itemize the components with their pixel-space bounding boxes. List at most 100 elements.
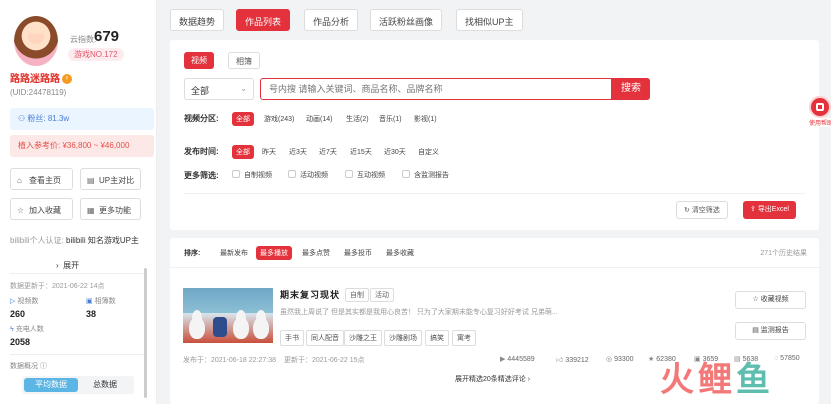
sort-latest[interactable]: 最新发布 <box>216 246 252 260</box>
brand-watermark: 火鲤鱼 <box>660 352 774 401</box>
play-count: ▶ 4445589 <box>500 355 535 363</box>
time-7d[interactable]: 近7天 <box>315 145 341 159</box>
time-15d[interactable]: 近15天 <box>346 145 376 159</box>
keyword-tag[interactable]: 沙雕剧场 <box>384 330 422 346</box>
total-data-toggle[interactable]: 总数据 <box>78 378 132 392</box>
add-favorite-label: 加入收藏 <box>29 206 61 215</box>
profile-sidebar: 云指数: 679 游戏NO.172 路路迷路路 ♀ (UID:24478119) … <box>0 0 157 404</box>
export-icon: ⇪ <box>750 206 758 213</box>
sort-most-coins[interactable]: 最多投币 <box>340 246 376 260</box>
price-text: 植入参考价: ¥36,800 ~ ¥46,000 <box>18 141 130 150</box>
sort-most-favorites[interactable]: 最多收藏 <box>382 246 418 260</box>
history-count: 271个历史结果 <box>760 250 807 257</box>
add-favorite-button[interactable]: ☆ 加入收藏 <box>10 198 73 220</box>
time-custom[interactable]: 自定义 <box>414 145 443 159</box>
divider <box>10 354 147 355</box>
divider <box>184 193 805 194</box>
star-icon: ☆ <box>17 206 25 215</box>
sort-most-plays[interactable]: 最多播放 <box>256 246 292 260</box>
like-icon: 👍︎ <box>556 357 564 364</box>
time-all[interactable]: 全部 <box>232 145 254 159</box>
video-thumbnail[interactable] <box>183 288 273 343</box>
tab-fan-profile[interactable]: 活跃粉丝画像 <box>370 9 443 31</box>
avg-data-toggle[interactable]: 平均数据 <box>24 378 78 392</box>
up-compare-button[interactable]: ▤ UP主对比 <box>80 168 141 190</box>
checkbox-report[interactable]: 含监测报告 <box>402 170 449 180</box>
monitor-report-button[interactable]: ▤ 监测报告 <box>735 322 806 340</box>
checkbox-interactive[interactable]: 互动视频 <box>345 170 385 180</box>
view-homepage-button[interactable]: ⌂ 查看主页 <box>10 168 73 190</box>
tab-similar-up[interactable]: 找相似UP主 <box>456 9 523 31</box>
time-3d[interactable]: 近3天 <box>285 145 311 159</box>
search-scope-select[interactable]: 全部 ⌄ <box>184 78 254 100</box>
video-count-label: 视频数 <box>17 298 39 305</box>
checkbox-activity-label: 活动视频 <box>300 172 328 179</box>
keyword-tag[interactable]: 寓考 <box>452 330 476 346</box>
checkbox-icon <box>345 170 353 178</box>
search-button[interactable]: 搜索 <box>612 78 650 100</box>
up-name[interactable]: 路路迷路路 ♀ <box>10 70 72 85</box>
content-type-video[interactable]: 视频 <box>184 52 214 69</box>
search-scope-value: 全部 <box>191 86 210 96</box>
fans-count-text: 粉丝: 81.3w <box>27 114 70 123</box>
album-icon: ▣ <box>86 298 93 305</box>
partition-game[interactable]: 游戏(243) <box>260 112 298 126</box>
time-30d[interactable]: 近30天 <box>380 145 410 159</box>
data-overview-text: 数据概况 <box>10 363 38 370</box>
help-float-button[interactable]: 使用帮助 <box>807 96 831 127</box>
partition-all[interactable]: 全部 <box>232 112 254 126</box>
compare-icon: ▤ <box>87 176 95 185</box>
keyword-tag[interactable]: 搞笑 <box>425 330 449 346</box>
up-name-text: 路路迷路路 <box>10 74 60 85</box>
like-count-value: 339212 <box>565 357 589 364</box>
cloud-index-value: 679 <box>94 28 120 45</box>
video-icon: ▷ <box>10 298 16 305</box>
partition-life[interactable]: 生活(2) <box>342 112 373 126</box>
export-excel-button[interactable]: ⇪ 导出Excel <box>743 201 796 219</box>
time-yesterday[interactable]: 昨天 <box>258 145 280 159</box>
keyword-tag[interactable]: 沙雕之王 <box>344 330 382 346</box>
checkbox-self-made-label: 自制视频 <box>244 172 272 179</box>
comment-icon: ◌ <box>774 355 779 362</box>
coin-count: ◎ 93300 <box>606 355 634 363</box>
album-count-label: 相簿数 <box>94 298 116 305</box>
watermark-char: 火 <box>660 361 698 399</box>
published-time: 发布于：2021-06-18 22:27:38 <box>183 357 276 364</box>
content-type-album[interactable]: 相簿 <box>228 52 260 69</box>
fans-count: ⚇ 粉丝: 81.3w <box>10 108 154 130</box>
like-count: 👍︎ 339212 <box>556 355 589 364</box>
sidebar-scrollbar[interactable] <box>144 268 147 398</box>
more-functions-label: 更多功能 <box>99 206 131 215</box>
search-input[interactable] <box>260 78 612 100</box>
tab-data-trend[interactable]: 数据趋势 <box>170 9 225 31</box>
video-tag: 活动 <box>370 288 394 302</box>
stats-updated: 数据更新于：2021-06-22 14点 <box>10 283 105 290</box>
partition-music[interactable]: 音乐(1) <box>375 112 406 126</box>
partition-film[interactable]: 影视(1) <box>410 112 441 126</box>
video-title[interactable]: 期末复习现状 <box>280 288 340 301</box>
tab-works-analysis[interactable]: 作品分析 <box>304 9 359 31</box>
checkbox-self-made[interactable]: 自制视频 <box>232 170 272 180</box>
keyword-tag[interactable]: 同人配音 <box>306 330 344 346</box>
comment-count: ◌ 57850 <box>774 355 800 362</box>
snowman-shape <box>253 317 269 339</box>
checkbox-icon <box>232 170 240 178</box>
expand-comments-button[interactable]: 展开精选20条精选评论 › <box>455 374 530 384</box>
keyword-tag[interactable]: 手书 <box>280 330 304 346</box>
video-count: ▷ 视频数 260 <box>10 296 38 319</box>
filter-panel: 视频 相簿 全部 ⌄ 搜索 视频分区: 全部 游戏(243) 动画(14) 生活(… <box>170 40 819 230</box>
more-functions-button[interactable]: ▦ 更多功能 <box>80 198 141 220</box>
sort-most-likes[interactable]: 最多点赞 <box>298 246 334 260</box>
divider <box>10 273 147 274</box>
checkbox-activity[interactable]: 活动视频 <box>288 170 328 180</box>
fans-icon: ⚇ <box>18 114 28 123</box>
home-icon: ⌂ <box>17 176 22 185</box>
tab-works-list[interactable]: 作品列表 <box>236 9 291 31</box>
expand-button[interactable]: › 展开 <box>56 260 79 271</box>
clear-filters-button[interactable]: ↻ 清空筛选 <box>676 201 728 219</box>
data-overview-label: 数据概况 ⓘ <box>10 361 47 371</box>
album-count: ▣ 相簿数 38 <box>86 296 116 319</box>
favorite-video-button[interactable]: ☆ 收藏视频 <box>735 291 806 309</box>
partition-anime[interactable]: 动画(14) <box>302 112 336 126</box>
data-toggle: 平均数据 总数据 <box>22 376 134 394</box>
